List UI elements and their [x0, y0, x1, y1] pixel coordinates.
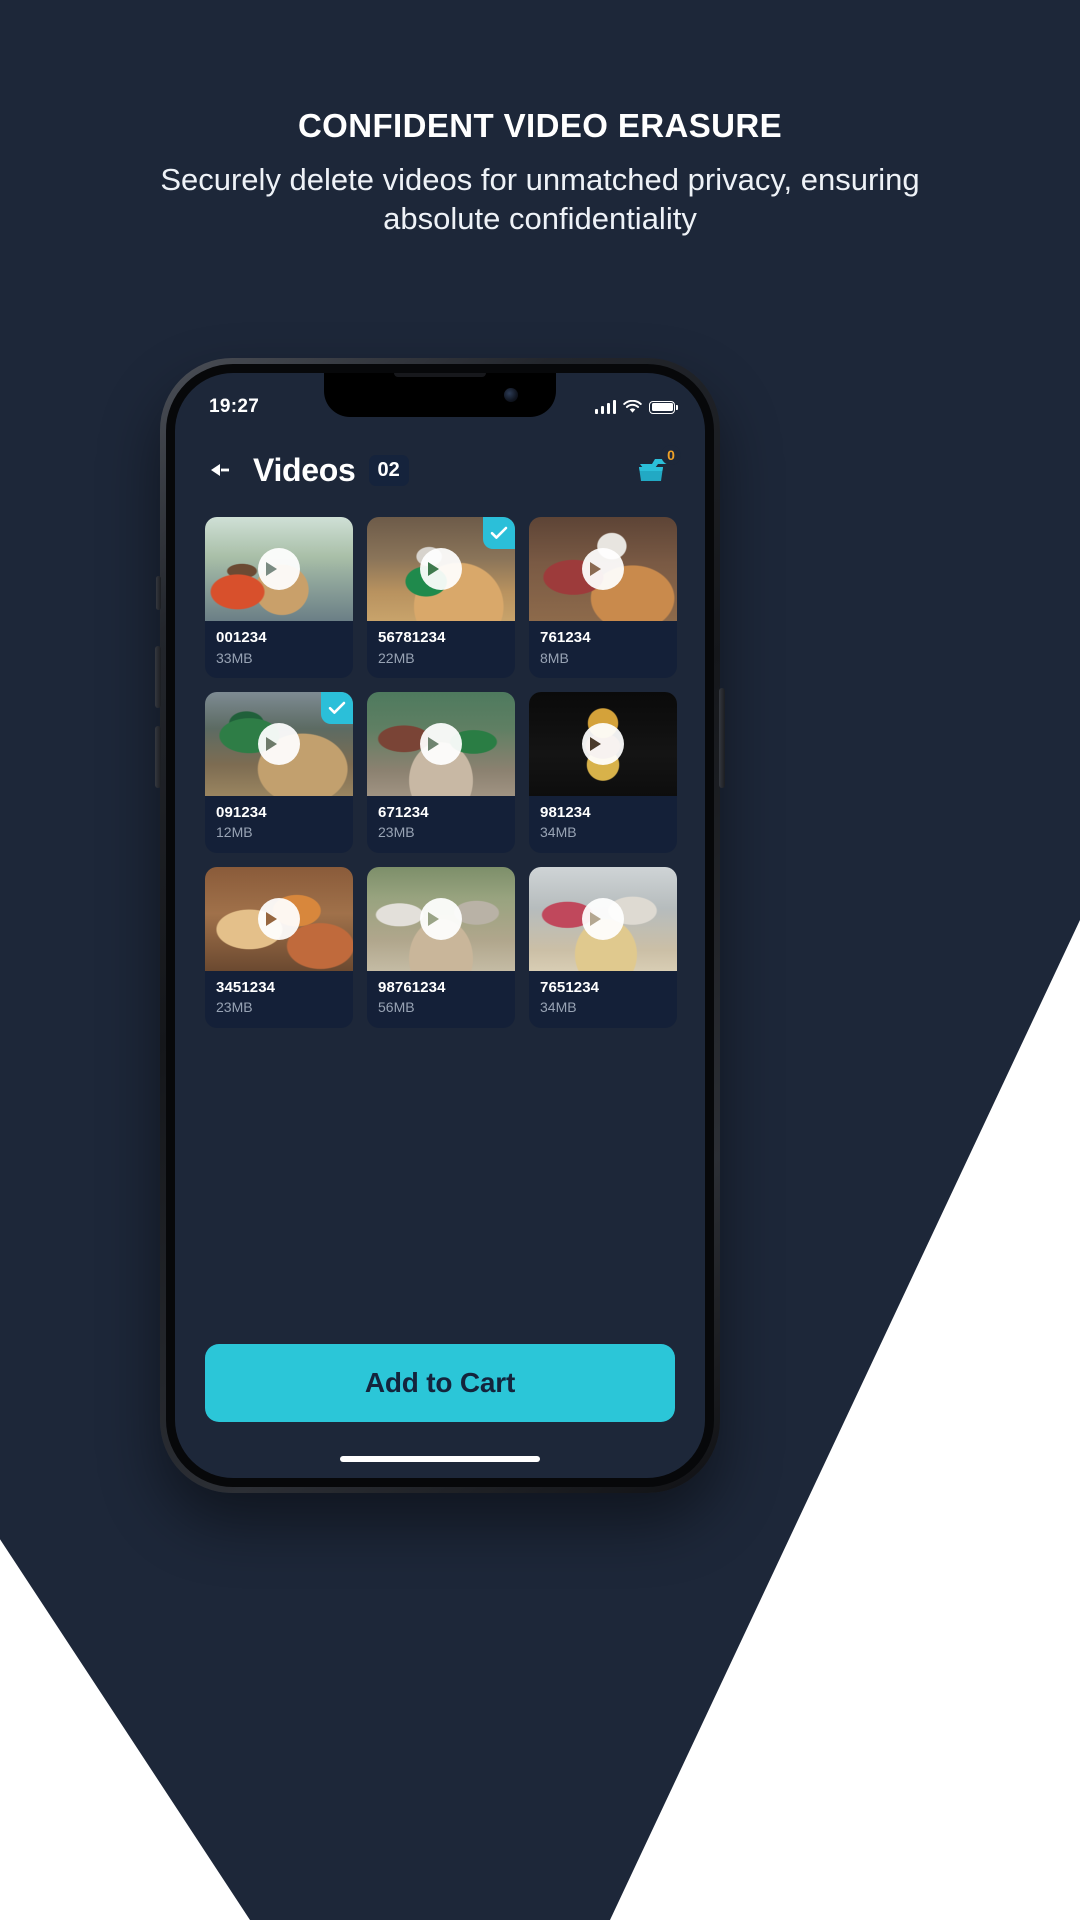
- video-card[interactable]: 98761234 56MB: [367, 866, 515, 1028]
- selected-check-icon[interactable]: [483, 517, 515, 549]
- cta-container: Add to Cart: [175, 1344, 705, 1422]
- home-indicator[interactable]: [340, 1456, 540, 1462]
- play-icon[interactable]: [582, 548, 624, 590]
- video-thumbnail[interactable]: [367, 517, 515, 621]
- video-thumbnail[interactable]: [529, 691, 677, 796]
- app-header: Videos 02 0: [175, 425, 705, 491]
- video-name: 671234: [378, 803, 429, 821]
- back-arrow-icon[interactable]: [209, 457, 235, 483]
- play-icon[interactable]: [582, 897, 624, 940]
- battery-icon: [649, 400, 678, 414]
- play-icon[interactable]: [582, 722, 624, 765]
- video-meta: 671234 23MB: [367, 796, 515, 853]
- video-name: 001234: [216, 629, 267, 646]
- video-meta: 98761234 56MB: [367, 971, 515, 1028]
- video-name: 981234: [540, 803, 591, 821]
- video-thumbnail[interactable]: [367, 691, 515, 796]
- volume-down-button[interactable]: [155, 726, 161, 788]
- play-icon[interactable]: [420, 548, 462, 590]
- video-name: 761234: [540, 629, 591, 646]
- video-meta: 981234 34MB: [529, 796, 677, 853]
- selected-check-icon[interactable]: [321, 691, 353, 724]
- silent-switch[interactable]: [156, 576, 161, 610]
- promo-title: CONFIDENT VIDEO ERASURE: [297, 107, 783, 144]
- signal-bars-icon: [594, 400, 616, 414]
- status-indicators: [594, 400, 678, 414]
- volume-up-button[interactable]: [155, 646, 161, 708]
- cart-count-badge: 0: [661, 445, 681, 465]
- promo-subtitle: Securely delete videos for unmatched pri…: [160, 161, 920, 236]
- video-size: 34MB: [540, 999, 577, 1016]
- video-meta: 761234 8MB: [529, 621, 677, 678]
- shopping-cart-button[interactable]: 0: [633, 445, 681, 491]
- video-thumbnail[interactable]: [529, 517, 677, 621]
- video-meta: 56781234 22MB: [367, 621, 515, 678]
- video-card[interactable]: 56781234 22MB: [367, 517, 515, 678]
- promo-headline-block: CONFIDENT VIDEO ERASURE Securely delete …: [0, 106, 1080, 238]
- video-name: 56781234: [378, 629, 446, 646]
- selection-count-badge: 02: [368, 454, 409, 486]
- phone-bezel: 19:27 Videos 02 0 001234 33MB 56781234 2…: [166, 364, 714, 1487]
- phone-screen: 19:27 Videos 02 0 001234 33MB 56781234 2…: [175, 373, 705, 1478]
- status-time: 19:27: [209, 396, 260, 417]
- video-thumbnail[interactable]: [205, 866, 353, 971]
- video-size: 56MB: [378, 999, 415, 1016]
- play-icon[interactable]: [258, 897, 300, 940]
- status-bar: 19:27: [175, 373, 705, 425]
- video-meta: 001234 33MB: [205, 621, 353, 678]
- video-grid: 001234 33MB 56781234 22MB 761234 8MB 091…: [175, 491, 705, 1028]
- video-size: 33MB: [216, 649, 253, 666]
- video-meta: 3451234 23MB: [205, 971, 353, 1028]
- wifi-icon: [623, 400, 642, 413]
- video-card[interactable]: 091234 12MB: [205, 691, 353, 853]
- video-meta: 7651234 34MB: [529, 971, 677, 1028]
- video-card[interactable]: 3451234 23MB: [205, 866, 353, 1028]
- play-icon[interactable]: [420, 722, 462, 765]
- video-card[interactable]: 761234 8MB: [529, 517, 677, 678]
- video-size: 23MB: [378, 824, 415, 841]
- play-icon[interactable]: [420, 897, 462, 940]
- play-icon[interactable]: [258, 548, 300, 590]
- video-thumbnail[interactable]: [205, 691, 353, 796]
- video-name: 3451234: [216, 978, 276, 996]
- video-size: 12MB: [216, 824, 253, 841]
- video-size: 23MB: [216, 999, 253, 1016]
- video-name: 98761234: [378, 978, 446, 996]
- page-title: Videos: [253, 451, 356, 488]
- video-thumbnail[interactable]: [367, 866, 515, 971]
- video-thumbnail[interactable]: [205, 517, 353, 621]
- power-button[interactable]: [719, 688, 725, 788]
- phone-mockup: 19:27 Videos 02 0 001234 33MB 56781234 2…: [155, 358, 725, 1493]
- video-card[interactable]: 001234 33MB: [205, 517, 353, 678]
- video-size: 34MB: [540, 824, 577, 841]
- video-size: 22MB: [378, 649, 415, 666]
- play-icon[interactable]: [258, 722, 300, 765]
- video-name: 7651234: [540, 978, 600, 996]
- video-card[interactable]: 671234 23MB: [367, 691, 515, 853]
- video-card[interactable]: 7651234 34MB: [529, 866, 677, 1028]
- video-card[interactable]: 981234 34MB: [529, 691, 677, 853]
- video-meta: 091234 12MB: [205, 796, 353, 853]
- video-name: 091234: [216, 803, 267, 821]
- video-size: 8MB: [540, 649, 569, 666]
- add-to-cart-button[interactable]: Add to Cart: [205, 1344, 675, 1422]
- video-thumbnail[interactable]: [529, 866, 677, 971]
